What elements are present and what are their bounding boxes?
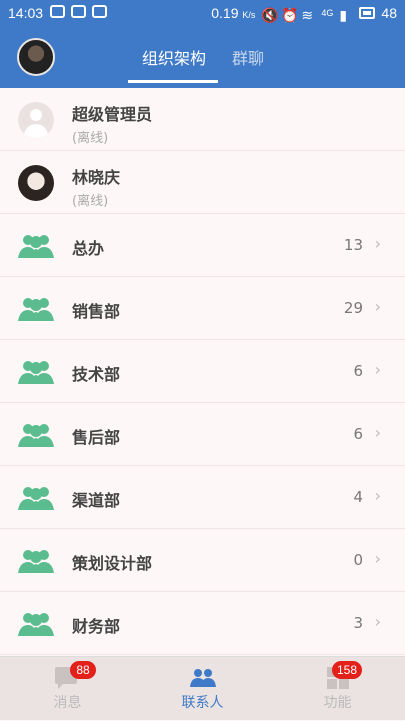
department-row[interactable]: 总办 13 › [0, 214, 405, 277]
department-row[interactable]: 售后部 6 › [0, 403, 405, 466]
nav-messages[interactable]: 88 消息 [0, 657, 135, 721]
contact-row[interactable]: 林晓庆 (离线) [0, 151, 405, 214]
member-count: 0 [353, 551, 363, 569]
contact-status: (离线) [72, 194, 109, 209]
chevron-right-icon: › [374, 423, 381, 442]
department-row[interactable]: 策划设计部 0 › [0, 529, 405, 592]
mute-icon: 🔇 [261, 6, 279, 23]
nav-functions[interactable]: 158 功能 [270, 657, 405, 721]
contact-list: 超级管理员 (离线) 林晓庆 (离线) 总办 13 › 销售部 29 › 技术部… [0, 88, 405, 655]
alarm-icon: ⏰ [281, 6, 299, 23]
department-row[interactable]: 渠道部 4 › [0, 466, 405, 529]
member-count: 13 [343, 236, 363, 254]
network-type: 4G [321, 8, 334, 18]
contact-name: 林晓庆 [72, 168, 121, 187]
status-time: 14:03 [8, 5, 44, 21]
user-photo [18, 165, 54, 201]
briefcase-notification-icon [92, 5, 107, 18]
chevron-right-icon: › [374, 612, 381, 631]
department-row[interactable]: 销售部 29 › [0, 277, 405, 340]
default-user-icon [18, 102, 54, 138]
department-row[interactable]: 财务部 3 › [0, 592, 405, 655]
department-name: 策划设计部 [72, 554, 153, 573]
member-count: 29 [343, 299, 363, 317]
group-icon [18, 550, 54, 573]
bottom-nav: 88 消息 联系人 158 功能 [0, 656, 405, 720]
nav-label: 消息 [53, 695, 82, 711]
department-name: 技术部 [72, 365, 121, 384]
group-icon [18, 298, 54, 321]
group-icon [18, 613, 54, 636]
member-count: 4 [353, 488, 363, 506]
battery-level: 48 [381, 5, 397, 21]
nav-contacts[interactable]: 联系人 [135, 657, 270, 721]
notification-badge: 158 [332, 661, 363, 679]
status-bar: 14:03 0.19 K/s 🔇 ⏰ ≋ 4G ▮ 48 [0, 0, 405, 27]
department-name: 销售部 [72, 302, 121, 321]
image-notification-icon [71, 5, 86, 18]
member-count: 6 [353, 362, 363, 380]
network-speed: 0.19 K/s [211, 5, 256, 21]
chevron-right-icon: › [374, 486, 381, 505]
group-icon [18, 235, 54, 258]
group-icon [18, 361, 54, 384]
chevron-right-icon: › [374, 360, 381, 379]
group-icon [18, 424, 54, 447]
department-name: 总办 [72, 239, 105, 258]
contact-status: (离线) [72, 131, 109, 146]
contacts-icon [190, 669, 216, 687]
chat-notification-icon [50, 5, 65, 18]
header: 组织架构 群聊 [0, 27, 405, 88]
signal-icon: ▮ [339, 6, 348, 23]
nav-label: 联系人 [181, 695, 224, 711]
tab-org-structure[interactable]: 组织架构 [142, 45, 206, 69]
chevron-right-icon: › [374, 297, 381, 316]
chevron-right-icon: › [374, 549, 381, 568]
department-name: 渠道部 [72, 491, 121, 510]
my-avatar[interactable] [17, 38, 55, 76]
nav-label: 功能 [323, 695, 352, 711]
department-name: 售后部 [72, 428, 121, 447]
department-row[interactable]: 技术部 6 › [0, 340, 405, 403]
group-icon [18, 487, 54, 510]
battery-icon [359, 7, 376, 19]
unread-badge: 88 [70, 661, 96, 679]
contact-name: 超级管理员 [72, 105, 153, 124]
tab-indicator [128, 80, 218, 83]
wifi-icon: ≋ [301, 6, 314, 23]
member-count: 3 [353, 614, 363, 632]
department-name: 财务部 [72, 617, 121, 636]
contact-row[interactable]: 超级管理员 (离线) [0, 88, 405, 151]
member-count: 6 [353, 425, 363, 443]
chevron-right-icon: › [374, 234, 381, 253]
tab-group-chat[interactable]: 群聊 [232, 45, 264, 69]
